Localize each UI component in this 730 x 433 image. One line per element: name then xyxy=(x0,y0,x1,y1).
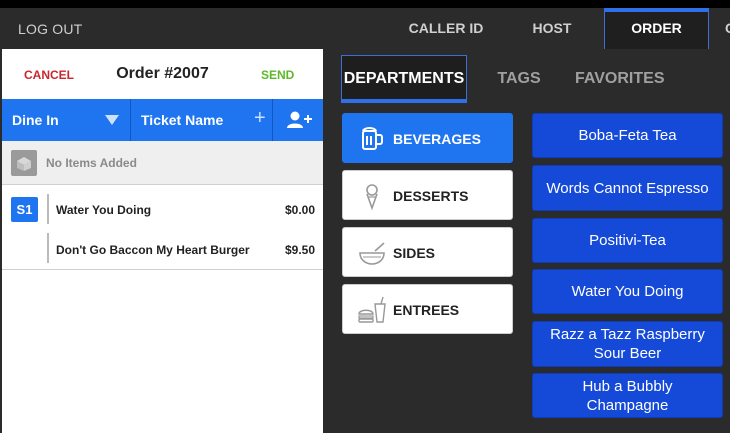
product-button[interactable]: Razz a Tazz Raspberry Sour Beer xyxy=(532,321,723,367)
chevron-down-icon xyxy=(105,115,119,125)
empty-box-icon xyxy=(11,150,37,176)
tab-caller-id[interactable]: CALLER ID xyxy=(404,8,488,49)
tab-order[interactable]: ORDER xyxy=(604,8,709,49)
department-sides[interactable]: SIDES xyxy=(342,227,513,277)
product-button[interactable]: Boba-Feta Tea xyxy=(532,113,723,158)
add-user-icon xyxy=(287,111,312,128)
burger-drink-icon xyxy=(358,296,386,323)
seat-group: S1 Water You Doing $0.00 Don't Go Baccon… xyxy=(2,186,323,270)
order-panel: CANCEL Order #2007 SEND Dine In Ticket N… xyxy=(2,49,323,433)
department-label: BEVERAGES xyxy=(393,131,481,147)
ticket-name-field[interactable]: Ticket Name + xyxy=(132,99,273,141)
item-divider xyxy=(47,233,49,263)
department-label: ENTREES xyxy=(393,302,460,318)
ticket-name-label: Ticket Name xyxy=(141,112,224,128)
product-button[interactable]: Words Cannot Espresso xyxy=(532,165,723,211)
order-item-price: $0.00 xyxy=(284,203,315,217)
tab-clipped[interactable]: C xyxy=(725,20,730,36)
dine-in-label: Dine In xyxy=(12,112,59,128)
seat-badge[interactable]: S1 xyxy=(11,197,38,222)
tab-favorites[interactable]: FAVORITES xyxy=(575,55,665,103)
item-divider xyxy=(47,194,49,224)
send-button[interactable]: SEND xyxy=(261,68,294,82)
order-item-name[interactable]: Don't Go Baccon My Heart Burger xyxy=(56,243,250,257)
department-label: DESSERTS xyxy=(393,188,469,204)
product-button[interactable]: Positivi-Tea xyxy=(532,218,723,263)
product-button[interactable]: Hub a Bubbly Champagne xyxy=(532,373,723,418)
order-item-price: $9.50 xyxy=(284,243,315,257)
department-desserts[interactable]: DESSERTS xyxy=(342,170,513,220)
order-header: CANCEL Order #2007 SEND xyxy=(2,49,323,99)
order-options-bar: Dine In Ticket Name + xyxy=(2,99,323,141)
product-button[interactable]: Water You Doing xyxy=(532,269,723,314)
dine-in-select[interactable]: Dine In xyxy=(2,99,131,141)
beverage-mug-icon xyxy=(362,127,383,150)
department-entrees[interactable]: ENTREES xyxy=(342,284,513,334)
top-nav-bar: LOG OUT CALLER ID HOST ORDER C xyxy=(0,8,730,49)
tab-departments[interactable]: DEPARTMENTS xyxy=(341,55,467,103)
tab-tags[interactable]: TAGS xyxy=(491,55,547,103)
no-items-label: No Items Added xyxy=(46,156,137,170)
bowl-icon xyxy=(359,242,385,265)
top-status-strip xyxy=(0,0,730,8)
tab-host[interactable]: HOST xyxy=(522,8,582,49)
department-beverages[interactable]: BEVERAGES xyxy=(342,113,513,163)
department-label: SIDES xyxy=(393,245,436,261)
no-items-row: No Items Added xyxy=(2,141,323,185)
order-item-name[interactable]: Water You Doing xyxy=(56,203,151,217)
plus-icon[interactable]: + xyxy=(254,107,266,130)
ice-cream-icon xyxy=(366,184,378,211)
logout-button[interactable]: LOG OUT xyxy=(18,21,82,37)
add-customer-button[interactable] xyxy=(274,99,323,141)
